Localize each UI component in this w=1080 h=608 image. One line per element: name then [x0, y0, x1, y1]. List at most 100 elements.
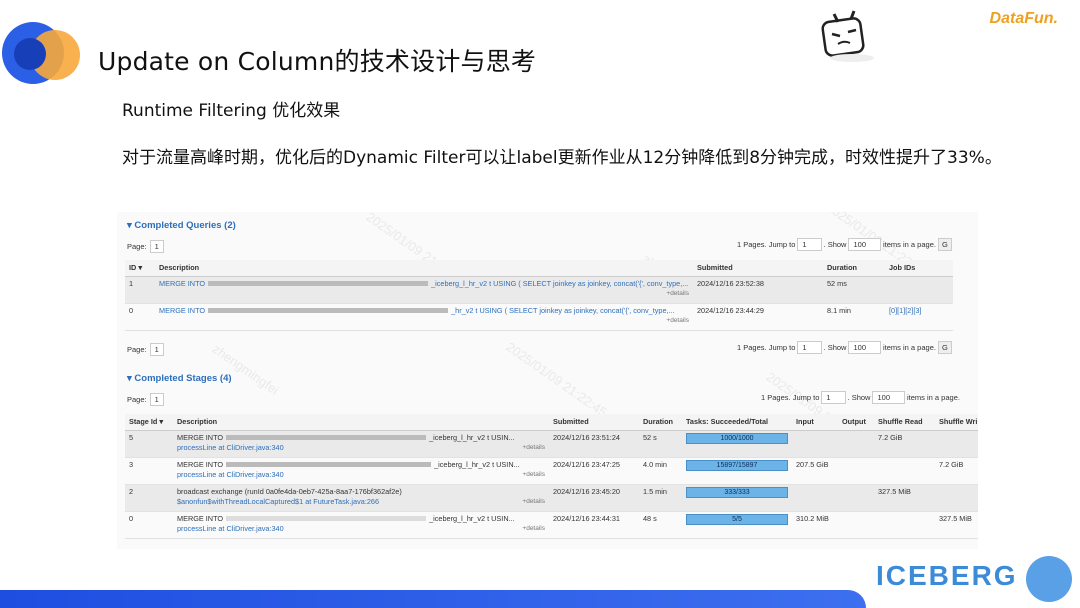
row-output: [838, 430, 874, 458]
col-output[interactable]: Output: [838, 414, 874, 431]
row-duration: 52 ms: [823, 276, 885, 304]
redacted-block: [208, 308, 449, 314]
row-submitted: 2024/12/16 23:44:29: [693, 303, 823, 331]
go-button[interactable]: G: [938, 341, 952, 354]
col-description[interactable]: Description: [155, 260, 693, 277]
row-input: [792, 484, 838, 512]
row-description[interactable]: MERGE INTO _iceberg_l_hr_v2 t USIN... +det…: [173, 430, 549, 458]
table-row: 0 MERGE INTO _iceberg_l_hr_v2 t USIN... +d…: [125, 511, 978, 539]
body-paragraph: 对于流量高峰时期，优化后的Dynamic Filter可以让label更新作业从…: [122, 148, 1002, 168]
row-input: 310.2 MiB: [792, 511, 838, 539]
callsite-link[interactable]: processLine at CliDriver.java:340: [177, 470, 545, 479]
row-output: [838, 511, 874, 539]
col-shuffle-write[interactable]: Shuffle Wri: [935, 414, 978, 431]
queries-page-top: Page: 1: [127, 240, 164, 253]
show-count-input[interactable]: 100: [872, 391, 905, 404]
callsite-link[interactable]: processLine at CliDriver.java:340: [177, 524, 545, 533]
pages-text: 1 Pages. Jump to: [761, 393, 820, 402]
row-jobs[interactable]: [885, 276, 953, 304]
row-input: 207.5 GiB: [792, 457, 838, 485]
completed-stages-header[interactable]: ▾ Completed Stages (4): [127, 373, 232, 384]
show-count-input[interactable]: 100: [848, 341, 881, 354]
desc-text: MERGE INTO: [177, 459, 224, 469]
col-description[interactable]: Description: [173, 414, 549, 431]
desc-suffix: _iceberg_l_hr_v2 t USIN...: [429, 432, 515, 442]
row-description[interactable]: MERGE INTO _iceberg_l_hr_v2 t USIN... +det…: [173, 511, 549, 539]
datafun-logo: DataFun.: [989, 10, 1058, 27]
queries-page-bottom: Page: 1: [127, 343, 164, 356]
queries-pagination: 1 Pages. Jump to 1. Show 100 items in a pag…: [737, 238, 952, 251]
show-text: . Show: [823, 240, 847, 249]
details-link[interactable]: +details: [159, 317, 689, 324]
col-submitted[interactable]: Submitted: [549, 414, 639, 431]
show-count-input[interactable]: 100: [848, 238, 881, 251]
desc-prefix[interactable]: MERGE INTO: [159, 279, 205, 288]
jump-to-input[interactable]: 1: [797, 238, 822, 251]
row-submitted: 2024/12/16 23:51:24: [549, 430, 639, 458]
row-output: [838, 484, 874, 512]
row-description[interactable]: broadcast exchange (runId 0a0fe4da-0eb7-…: [173, 484, 549, 512]
row-shuffle-read: 327.5 MiB: [874, 484, 935, 512]
row-duration: 1.5 min: [639, 484, 682, 512]
queries-pagination-bottom: 1 Pages. Jump to 1. Show 100 items in a pag…: [737, 341, 952, 354]
row-tasks: 15897/15897: [682, 457, 792, 485]
table-row: 3 MERGE INTO _iceberg_l_hr_v2 t USIN... +d…: [125, 457, 978, 485]
callsite-link[interactable]: processLine at CliDriver.java:340: [177, 443, 545, 452]
iceberg-wordmark: ICEBERG: [876, 560, 1018, 591]
redacted-block: [226, 435, 427, 441]
desc-prefix[interactable]: MERGE INTO: [159, 306, 205, 315]
row-duration: 48 s: [639, 511, 682, 539]
row-shuffle-write: 327.5 MiB: [935, 511, 978, 539]
tasks-progress-bar: 15897/15897: [686, 459, 788, 471]
tasks-progress-bar: 1000/1000: [686, 432, 788, 444]
tasks-progress-bar: 333/333: [686, 486, 788, 498]
pages-text: 1 Pages. Jump to: [737, 343, 796, 352]
row-description[interactable]: MERGE INTO _iceberg_l_hr_v2 t USING ( SEL…: [155, 276, 693, 304]
row-submitted: 2024/12/16 23:44:31: [549, 511, 639, 539]
desc-text: MERGE INTO: [177, 432, 224, 442]
page-label: Page:: [127, 395, 147, 404]
table-row: 2 broadcast exchange (runId 0a0fe4da-0eb…: [125, 484, 978, 512]
desc-suffix: _iceberg_l_hr_v2 t USIN...: [434, 459, 520, 469]
show-text: . Show: [847, 393, 871, 402]
callsite-link[interactable]: $anonfun$withThreadLocalCaptured$1 at Fu…: [177, 497, 545, 506]
desc-suffix[interactable]: _hr_v2 t USING ( SELECT joinkey as joink…: [451, 306, 675, 315]
page-input[interactable]: 1: [149, 393, 164, 406]
mascot-icon: [821, 10, 874, 62]
row-tasks: 5/5: [682, 511, 792, 539]
col-duration[interactable]: Duration: [639, 414, 682, 431]
tasks-progress-bar: 5/5: [686, 513, 788, 525]
stages-pagination: 1 Pages. Jump to 1. Show 100 items in a pag…: [761, 391, 960, 404]
col-tasks[interactable]: Tasks: Succeeded/Total: [682, 414, 792, 431]
col-id[interactable]: ID ▾: [125, 260, 155, 277]
col-submitted[interactable]: Submitted: [693, 260, 823, 277]
go-button[interactable]: G: [938, 238, 952, 251]
row-id: 2: [125, 484, 173, 512]
jump-to-input[interactable]: 1: [797, 341, 822, 354]
row-submitted: 2024/12/16 23:47:25: [549, 457, 639, 485]
iceberg-logo-icon: [1026, 556, 1072, 602]
row-output: [838, 457, 874, 485]
completed-queries-header[interactable]: ▾ Completed Queries (2): [127, 220, 236, 231]
page-input[interactable]: 1: [149, 343, 164, 356]
details-link[interactable]: +details: [159, 290, 689, 297]
row-id: 0: [125, 303, 155, 331]
items-text: items in a page.: [907, 393, 960, 402]
row-description[interactable]: MERGE INTO _hr_v2 t USING ( SELECT joinke…: [155, 303, 693, 331]
row-description[interactable]: MERGE INTO _iceberg_l_hr_v2 t USIN... +det…: [173, 457, 549, 485]
col-duration[interactable]: Duration: [823, 260, 885, 277]
row-shuffle-write: [935, 484, 978, 512]
page-input[interactable]: 1: [149, 240, 164, 253]
redacted-block: [226, 516, 427, 522]
subtitle: Runtime Filtering 优化效果: [122, 101, 341, 121]
row-id: 1: [125, 276, 155, 304]
row-input: [792, 430, 838, 458]
jump-to-input[interactable]: 1: [821, 391, 846, 404]
col-job-ids[interactable]: Job IDs: [885, 260, 953, 277]
col-input[interactable]: Input: [792, 414, 838, 431]
col-shuffle-read[interactable]: Shuffle Read: [874, 414, 935, 431]
desc-suffix[interactable]: _iceberg_l_hr_v2 t USING ( SELECT joinke…: [431, 279, 688, 288]
row-jobs[interactable]: [0][1][2][3]: [885, 303, 953, 331]
col-stage-id[interactable]: Stage Id ▾: [125, 414, 173, 431]
bottom-bar: [0, 590, 866, 608]
